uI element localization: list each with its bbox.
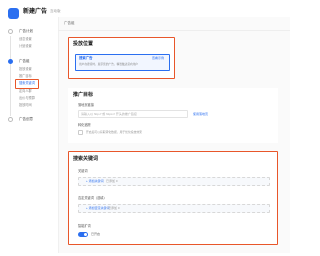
conversion-tracking-checkbox[interactable]: [78, 130, 83, 135]
keywords-label: 关键词: [78, 169, 88, 173]
keywords-count: 已添加 0: [106, 179, 118, 183]
sidebar-item-creative-settings[interactable]: 创意设置: [19, 37, 32, 41]
sidebar-item-plan-settings[interactable]: 计划设置: [19, 44, 32, 48]
smart-expand-state: 已开启: [91, 232, 101, 236]
sidebar-step-creative[interactable]: 广告创意: [19, 117, 33, 122]
breadcrumb: 广告组: [64, 21, 75, 25]
conversion-tracking-label: 转化追踪: [78, 123, 91, 127]
negative-keywords-label: 否定关键词（选填）: [78, 196, 107, 200]
sidebar-item-promotion-goal[interactable]: 推广目标: [19, 74, 32, 78]
sidebar-item-search-keywords[interactable]: 搜索关键词: [19, 81, 35, 85]
smart-expand-label: 智能扩词: [78, 224, 91, 228]
use-landing-page-link[interactable]: 使用落地页: [193, 112, 208, 116]
search-ad-option-label: 搜索广告: [79, 56, 93, 60]
goal-title: 推广目标: [73, 92, 94, 98]
sidebar-item-bid-budget[interactable]: 出价与预算: [19, 96, 35, 100]
app-logo-icon: [8, 8, 19, 19]
landing-url-placeholder: 请输入以 http:// 或 https:// 开头的推广链接: [81, 111, 137, 116]
sidebar-item-delivery-settings[interactable]: 投放设置: [19, 67, 32, 71]
add-keywords-button[interactable]: + 添加关键词: [86, 180, 104, 183]
keywords-title: 搜索关键词: [73, 156, 99, 162]
view-example-link[interactable]: 查看示例: [152, 57, 164, 60]
header-divider: [58, 30, 290, 31]
smart-expand-toggle[interactable]: [78, 232, 88, 237]
step-dot-2-active: [8, 59, 13, 64]
add-negative-keywords-button[interactable]: + 添加否定关键词: [86, 207, 110, 210]
sidebar-item-target-audience[interactable]: 定向人群: [19, 89, 32, 93]
sidebar-step-plan[interactable]: 广告计划: [19, 29, 33, 34]
step-dot-1: [8, 29, 13, 34]
step-dot-3: [8, 117, 13, 122]
negative-keywords-count: 已添加 0: [108, 206, 120, 210]
conversion-tracking-hint: 开启后可以获取转化数据，用于优化投放效果: [86, 130, 142, 134]
placement-title: 投放位置: [73, 41, 94, 47]
search-ad-option-desc: 用户在搜索时，展示您的广告，精准触达意向用户: [79, 63, 139, 66]
stepper-line: [10, 36, 11, 116]
landing-url-label: 落地页链接: [78, 103, 94, 107]
sidebar-step-group[interactable]: 广告组: [19, 59, 30, 64]
page-title: 新建广告: [23, 9, 48, 15]
sidebar-item-schedule[interactable]: 投放时间: [19, 103, 32, 107]
page-title-tag: 互动版: [50, 9, 61, 13]
